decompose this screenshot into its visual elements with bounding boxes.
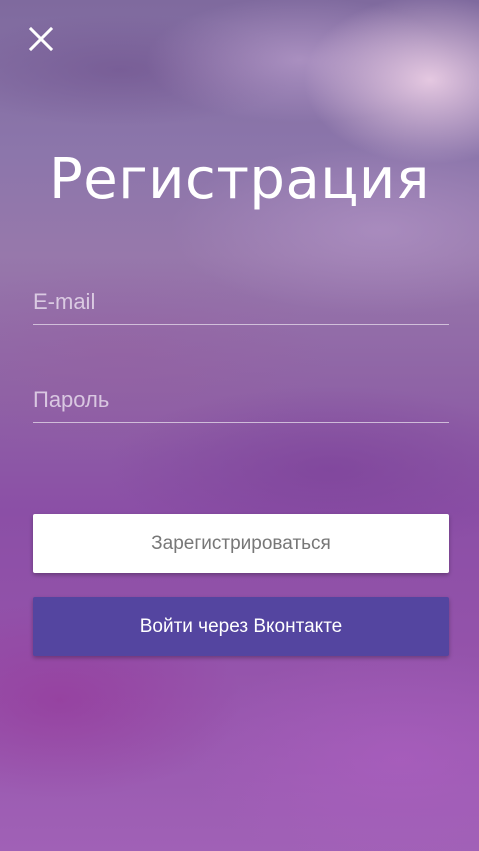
password-field-container (33, 378, 449, 423)
vk-login-button[interactable]: Войти через Вконтакте (33, 597, 449, 656)
email-field-container (33, 280, 449, 325)
close-icon (28, 26, 54, 52)
register-button[interactable]: Зарегистрироваться (33, 514, 449, 573)
close-button[interactable] (26, 24, 56, 54)
email-field[interactable] (33, 280, 449, 324)
page-title: Регистрация (48, 147, 430, 212)
registration-screen: Регистрация Зарегистрироваться Войти чер… (0, 0, 479, 851)
password-field[interactable] (33, 378, 449, 422)
